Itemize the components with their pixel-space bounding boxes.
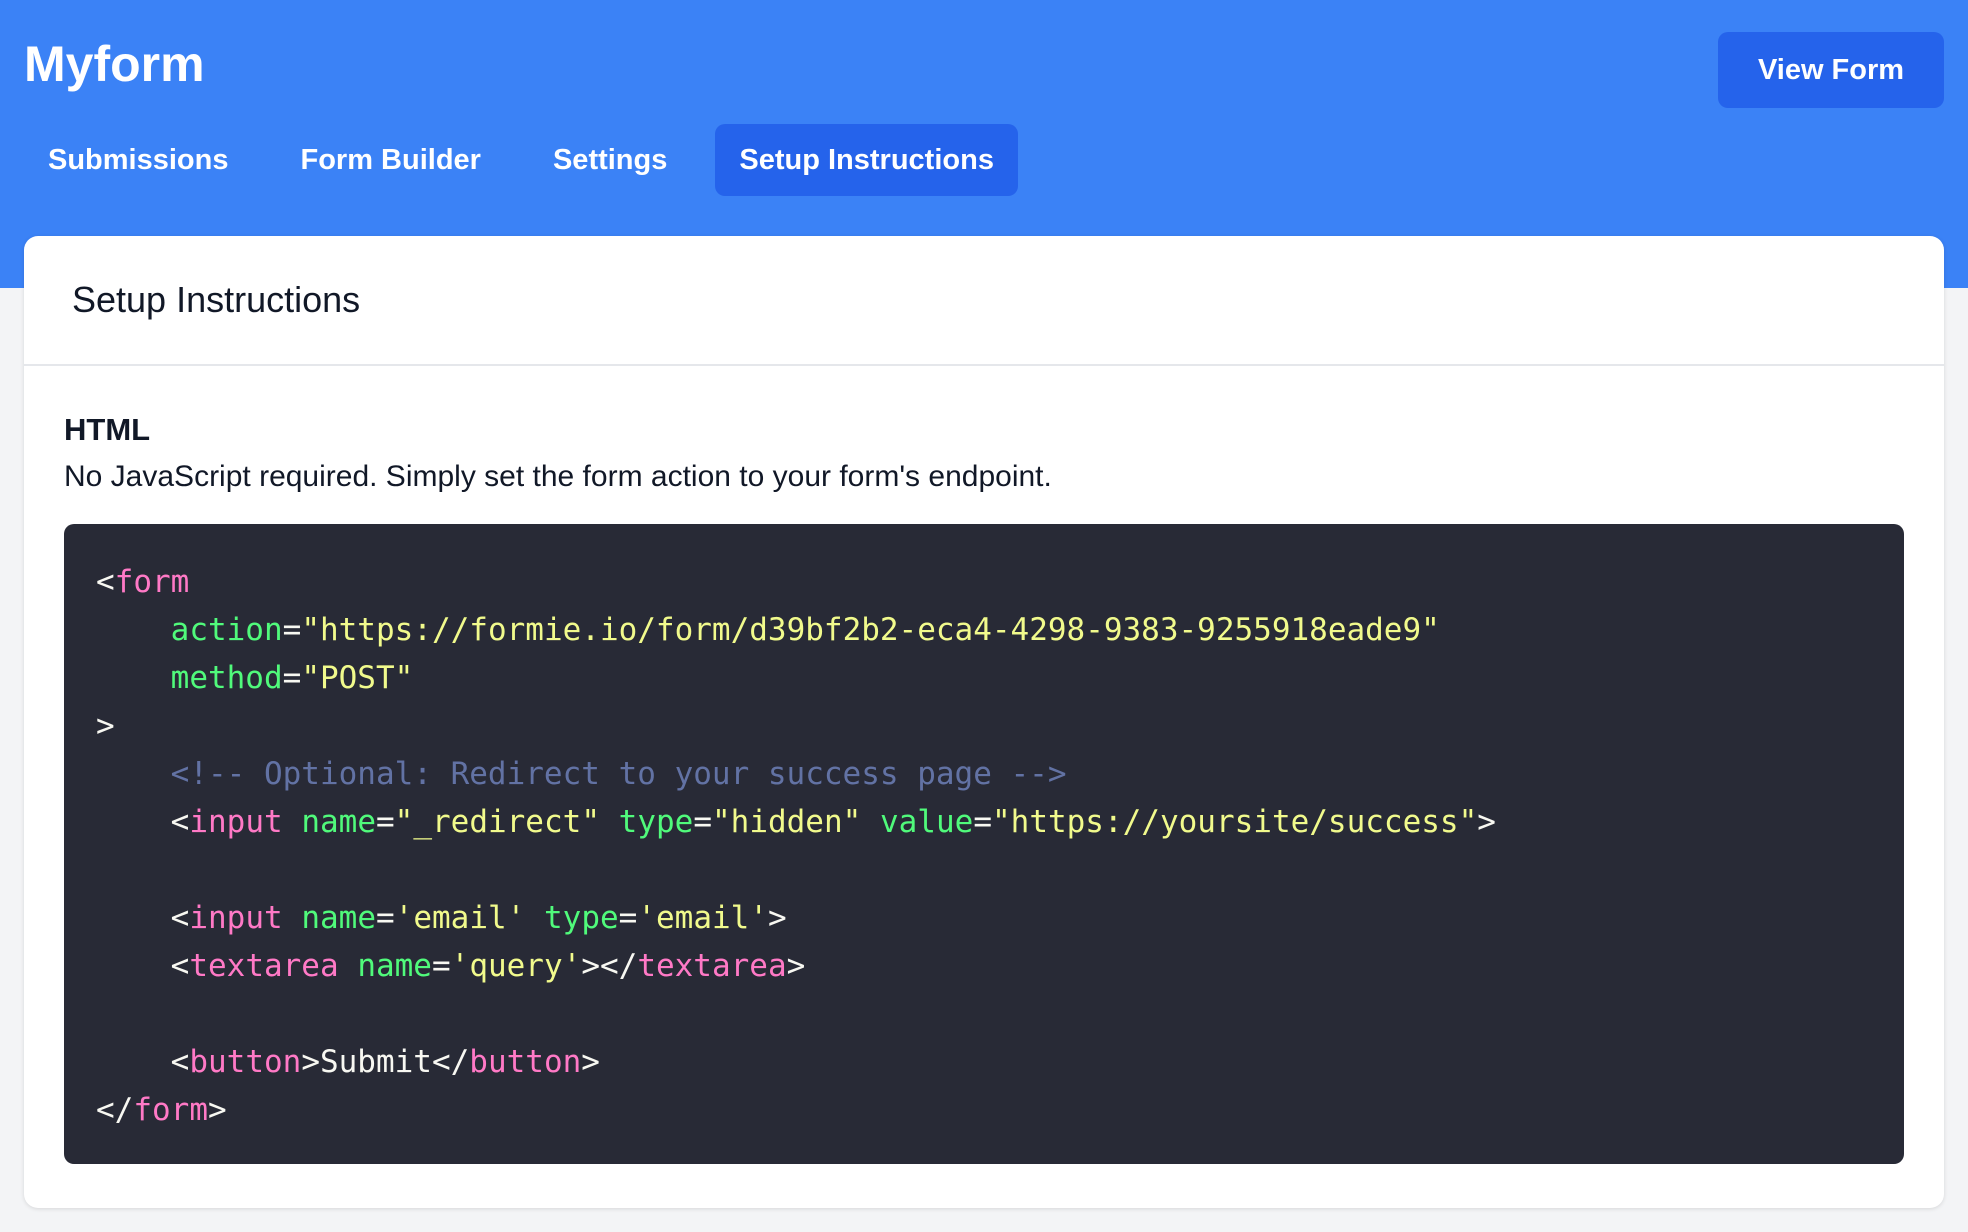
card-title: Setup Instructions — [72, 279, 361, 320]
redirect-value: https://yoursite/success — [1010, 804, 1459, 840]
redirect-type: hidden — [730, 804, 843, 840]
view-form-button[interactable]: View Form — [1718, 32, 1944, 108]
button-text: Submit — [319, 1044, 432, 1080]
card-body: HTML No JavaScript required. Simply set … — [24, 366, 1944, 1164]
code-line: </form> — [96, 1092, 227, 1128]
section-title: HTML — [64, 412, 151, 447]
app-title: Myform — [24, 36, 205, 92]
email-type: email — [656, 900, 750, 936]
code-line: <button>Submit</button> — [170, 1044, 600, 1080]
email-name: email — [413, 900, 507, 936]
code-line: <input name="_redirect" type="hidden" va… — [170, 804, 1496, 840]
tab-form-builder[interactable]: Form Builder — [277, 124, 505, 196]
setup-card: Setup Instructions HTML No JavaScript re… — [24, 236, 1944, 1208]
textarea-name: query — [469, 948, 563, 984]
section-description: No JavaScript required. Simply set the f… — [64, 460, 1052, 493]
code-line: method="POST" — [170, 660, 414, 696]
endpoint-url: https://formie.io/form/d39bf2b2-eca4-429… — [319, 612, 1422, 648]
code-line: <form — [96, 564, 190, 600]
method-value: POST — [319, 660, 395, 696]
redirect-name: _redirect — [413, 804, 582, 840]
code-comment: <!-- Optional: Redirect to your success … — [170, 756, 1067, 792]
code-line: > — [96, 708, 115, 744]
code-line: <textarea name='query'></textarea> — [170, 948, 806, 984]
tab-settings[interactable]: Settings — [529, 124, 691, 196]
code-line: <input name='email' type='email'> — [170, 900, 787, 936]
code-line: action="https://formie.io/form/d39bf2b2-… — [170, 612, 1440, 648]
nav-tabs: Submissions Form Builder Settings Setup … — [24, 124, 1042, 196]
tab-submissions[interactable]: Submissions — [24, 124, 253, 196]
card-header: Setup Instructions — [24, 236, 1944, 366]
code-snippet[interactable]: <form action="https://formie.io/form/d39… — [64, 524, 1904, 1164]
code-line: <!-- Optional: Redirect to your success … — [96, 750, 1872, 798]
tab-setup-instructions[interactable]: Setup Instructions — [715, 124, 1018, 196]
